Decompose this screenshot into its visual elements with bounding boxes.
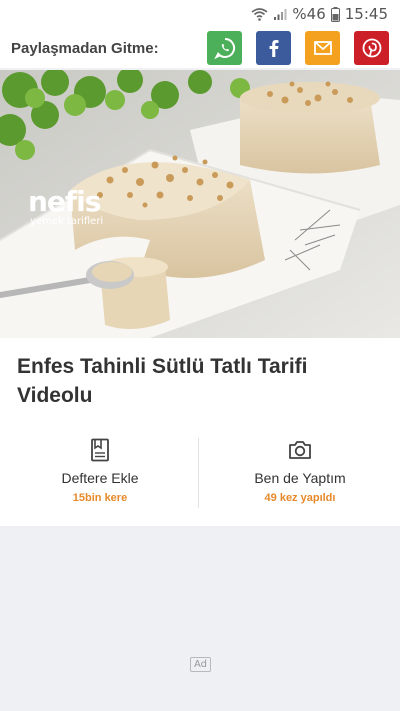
mail-share-button[interactable] — [305, 31, 340, 65]
add-to-notebook-button[interactable]: Deftere Ekle 15bin kere — [0, 438, 200, 508]
battery-percent: %46 — [292, 5, 326, 23]
i-made-it-button[interactable]: Ben de Yaptım 49 kez yapıldı — [200, 438, 400, 508]
i-made-it-count: 49 kez yapıldı — [264, 492, 336, 504]
whatsapp-icon — [213, 37, 235, 59]
i-made-it-label: Ben de Yaptım — [254, 470, 346, 486]
battery-icon — [330, 6, 340, 22]
mail-icon — [313, 41, 332, 55]
status-bar: %46 15:45 — [0, 0, 400, 28]
whatsapp-share-button[interactable] — [207, 31, 242, 65]
wifi-icon — [251, 7, 268, 21]
add-to-notebook-count: 15bin kere — [72, 492, 128, 504]
pinterest-share-button[interactable] — [354, 31, 389, 65]
recipe-card: Enfes Tahinli Sütlü Tatlı Tarifi Videolu… — [0, 338, 400, 526]
share-bar: Paylaşmadan Gitme: — [0, 28, 400, 68]
pinterest-icon — [362, 38, 381, 58]
facebook-icon — [269, 40, 278, 57]
recipe-title: Enfes Tahinli Sütlü Tatlı Tarifi Videolu — [17, 355, 308, 407]
share-label: Paylaşmadan Gitme: — [11, 39, 159, 57]
actions-divider — [198, 438, 199, 508]
clock: 15:45 — [344, 5, 388, 23]
ad-badge: Ad — [190, 657, 211, 672]
notebook-icon — [90, 438, 110, 462]
recipe-actions: Deftere Ekle 15bin kere Ben de Yaptım 49… — [0, 438, 400, 508]
nefis-logo: nefis yemek tarifleri — [28, 185, 104, 228]
facebook-share-button[interactable] — [256, 31, 291, 65]
recipe-hero-image[interactable]: nefis yemek tarifleri — [0, 70, 400, 338]
add-to-notebook-label: Deftere Ekle — [61, 470, 139, 486]
camera-icon — [288, 438, 312, 462]
ad-area[interactable]: Ad — [0, 526, 400, 711]
signal-icon — [273, 7, 287, 21]
